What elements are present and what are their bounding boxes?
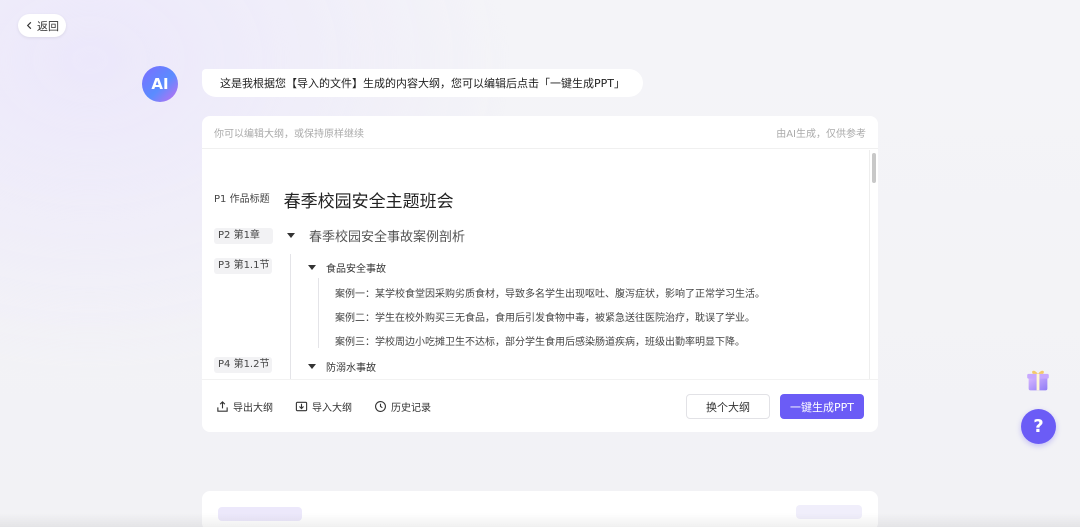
scrollbar-thumb[interactable]	[872, 153, 876, 183]
caret-down-icon[interactable]	[287, 233, 295, 238]
outline-case-row[interactable]: 案例一：某学校食堂因采购劣质食材，导致多名学生出现呕吐、腹泻症状，影响了正常学习…	[335, 285, 765, 300]
export-outline-label: 导出大纲	[233, 402, 273, 414]
chevron-left-icon	[26, 21, 32, 30]
export-outline-button[interactable]: 导出大纲	[216, 399, 273, 414]
outline-panel-header: 你可以编辑大纲，或保持原样继续 由AI生成，仅供参考	[202, 116, 878, 149]
bottom-shadow	[0, 513, 1080, 527]
ai-disclaimer: 由AI生成，仅供参考	[776, 128, 866, 140]
section-tag: P4 第1.2节	[214, 357, 272, 373]
help-label: ?	[1033, 416, 1044, 437]
outline-chapter-row[interactable]: P2 第1章 春季校园安全事故案例剖析	[214, 226, 465, 245]
history-button[interactable]: 历史记录	[374, 399, 431, 414]
assistant-message-text: 这是我根据您【导入的文件】生成的内容大纲，您可以编辑后点击「一键生成PPT」	[220, 77, 625, 90]
case-text[interactable]: 案例三：学校周边小吃摊卫生不达标，部分学生食用后感染肠道疾病，班级出勤率明显下降…	[335, 333, 745, 348]
outline-guide-line	[290, 254, 291, 379]
section-tag: P3 第1.1节	[214, 258, 272, 274]
assistant-message: 这是我根据您【导入的文件】生成的内容大纲，您可以编辑后点击「一键生成PPT」	[202, 69, 643, 97]
ai-avatar: AI	[142, 66, 178, 102]
case-text[interactable]: 案例一：某学校食堂因采购劣质食材，导致多名学生出现呕吐、腹泻症状，影响了正常学习…	[335, 285, 765, 300]
import-outline-label: 导入大纲	[312, 402, 352, 414]
import-icon	[295, 401, 308, 411]
outline-editor[interactable]: P1 作品标题 春季校园安全主题班会 P2 第1章 春季校园安全事故案例剖析 P…	[202, 150, 878, 379]
outline-case-row[interactable]: 案例二：学生在校外购买三无食品，食用后引发食物中毒，被紧急送往医院治疗，耽误了学…	[335, 309, 755, 324]
outline-section-row[interactable]: P4 第1.2节	[214, 357, 272, 373]
back-label: 返回	[37, 19, 59, 33]
outline-scrollbar[interactable]	[869, 150, 878, 379]
history-icon	[375, 400, 386, 412]
back-button[interactable]: 返回	[18, 14, 66, 37]
caret-down-icon[interactable]	[308, 265, 316, 270]
import-outline-button[interactable]: 导入大纲	[295, 399, 352, 414]
export-icon	[217, 400, 228, 412]
outline-section-row[interactable]: P3 第1.1节	[214, 258, 272, 274]
switch-outline-button[interactable]: 换个大纲	[686, 394, 770, 419]
ai-avatar-text: AI	[151, 75, 169, 93]
outline-guide-line	[318, 278, 319, 348]
section-title[interactable]: 食品安全事故	[326, 260, 386, 275]
generate-ppt-button[interactable]: 一键生成PPT	[780, 394, 864, 419]
gift-icon	[1027, 370, 1049, 391]
case-text[interactable]: 案例二：学生在校外购买三无食品，食用后引发食物中毒，被紧急送往医院治疗，耽误了学…	[335, 309, 755, 324]
outline-title-row[interactable]: P1 作品标题 春季校园安全主题班会	[214, 187, 454, 212]
gift-button[interactable]	[1022, 364, 1054, 396]
outline-panel-footer: 导出大纲 导入大纲 历史记录 换个大纲 一键生成PPT	[202, 379, 878, 432]
chapter-title[interactable]: 春季校园安全事故案例剖析	[309, 226, 465, 245]
outline-title[interactable]: 春季校园安全主题班会	[284, 187, 454, 212]
caret-down-icon[interactable]	[308, 364, 316, 369]
section-title[interactable]: 防溺水事故	[326, 359, 376, 374]
edit-hint: 你可以编辑大纲，或保持原样继续	[214, 128, 364, 140]
outline-section-title-row[interactable]: 防溺水事故	[308, 359, 376, 374]
outline-case-row[interactable]: 案例三：学校周边小吃摊卫生不达标，部分学生食用后感染肠道疾病，班级出勤率明显下降…	[335, 333, 745, 348]
chapter-tag: P2 第1章	[214, 227, 273, 244]
outline-panel: 你可以编辑大纲，或保持原样继续 由AI生成，仅供参考 P1 作品标题 春季校园安…	[202, 116, 878, 432]
outline-section-title-row[interactable]: 食品安全事故	[308, 260, 386, 275]
title-tag: P1 作品标题	[214, 193, 270, 205]
help-button[interactable]: ?	[1021, 409, 1056, 444]
history-label: 历史记录	[391, 402, 431, 414]
